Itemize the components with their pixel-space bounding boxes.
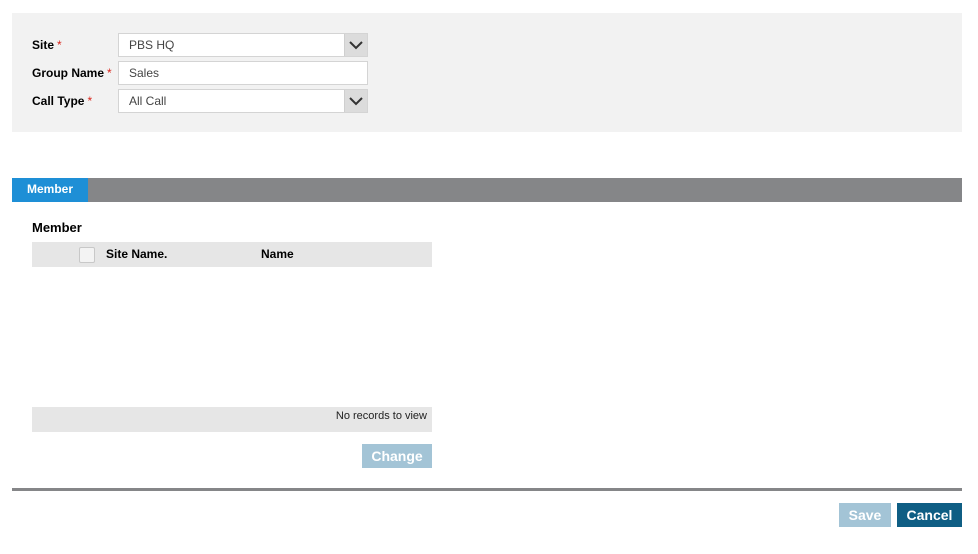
- site-select[interactable]: PBS HQ: [118, 33, 368, 57]
- save-button[interactable]: Save: [839, 503, 891, 527]
- change-button[interactable]: Change: [362, 444, 432, 468]
- group-name-row: Group Name *: [32, 61, 432, 85]
- site-label: Site *: [32, 38, 62, 52]
- column-header-site-name[interactable]: Site Name.: [106, 247, 167, 261]
- cancel-button[interactable]: Cancel: [897, 503, 962, 527]
- call-type-select[interactable]: All Call: [118, 89, 368, 113]
- divider: [12, 488, 962, 491]
- group-name-input[interactable]: [118, 61, 368, 85]
- site-select-value: PBS HQ: [129, 38, 175, 52]
- call-type-select-value: All Call: [129, 94, 167, 108]
- empty-records-text: No records to view: [335, 410, 427, 422]
- member-grid-footer: No records to view: [32, 407, 432, 432]
- member-grid-body: [32, 267, 432, 407]
- member-grid-header: Site Name. Name: [32, 242, 432, 267]
- required-mark: *: [107, 66, 112, 80]
- site-row: Site * PBS HQ: [32, 33, 432, 57]
- required-mark: *: [57, 38, 62, 52]
- site-select-dropdown-button[interactable]: [344, 34, 367, 56]
- group-form-panel: Site* PBS HQ Group Name* Call Type* All …: [12, 13, 962, 132]
- chevron-down-icon: [349, 41, 363, 50]
- group-name-label: Group Name *: [32, 66, 112, 80]
- call-type-select-dropdown-button[interactable]: [344, 90, 367, 112]
- member-section-title: Member: [32, 220, 82, 235]
- call-type-label: Call Type *: [32, 94, 93, 108]
- tab-bar: Member: [12, 178, 962, 202]
- tab-member[interactable]: Member: [12, 178, 88, 202]
- call-type-row: Call Type * All Call: [32, 89, 432, 113]
- select-all-checkbox[interactable]: [79, 247, 95, 263]
- column-header-name[interactable]: Name: [261, 247, 294, 261]
- required-mark: *: [87, 94, 93, 108]
- chevron-down-icon: [349, 97, 363, 106]
